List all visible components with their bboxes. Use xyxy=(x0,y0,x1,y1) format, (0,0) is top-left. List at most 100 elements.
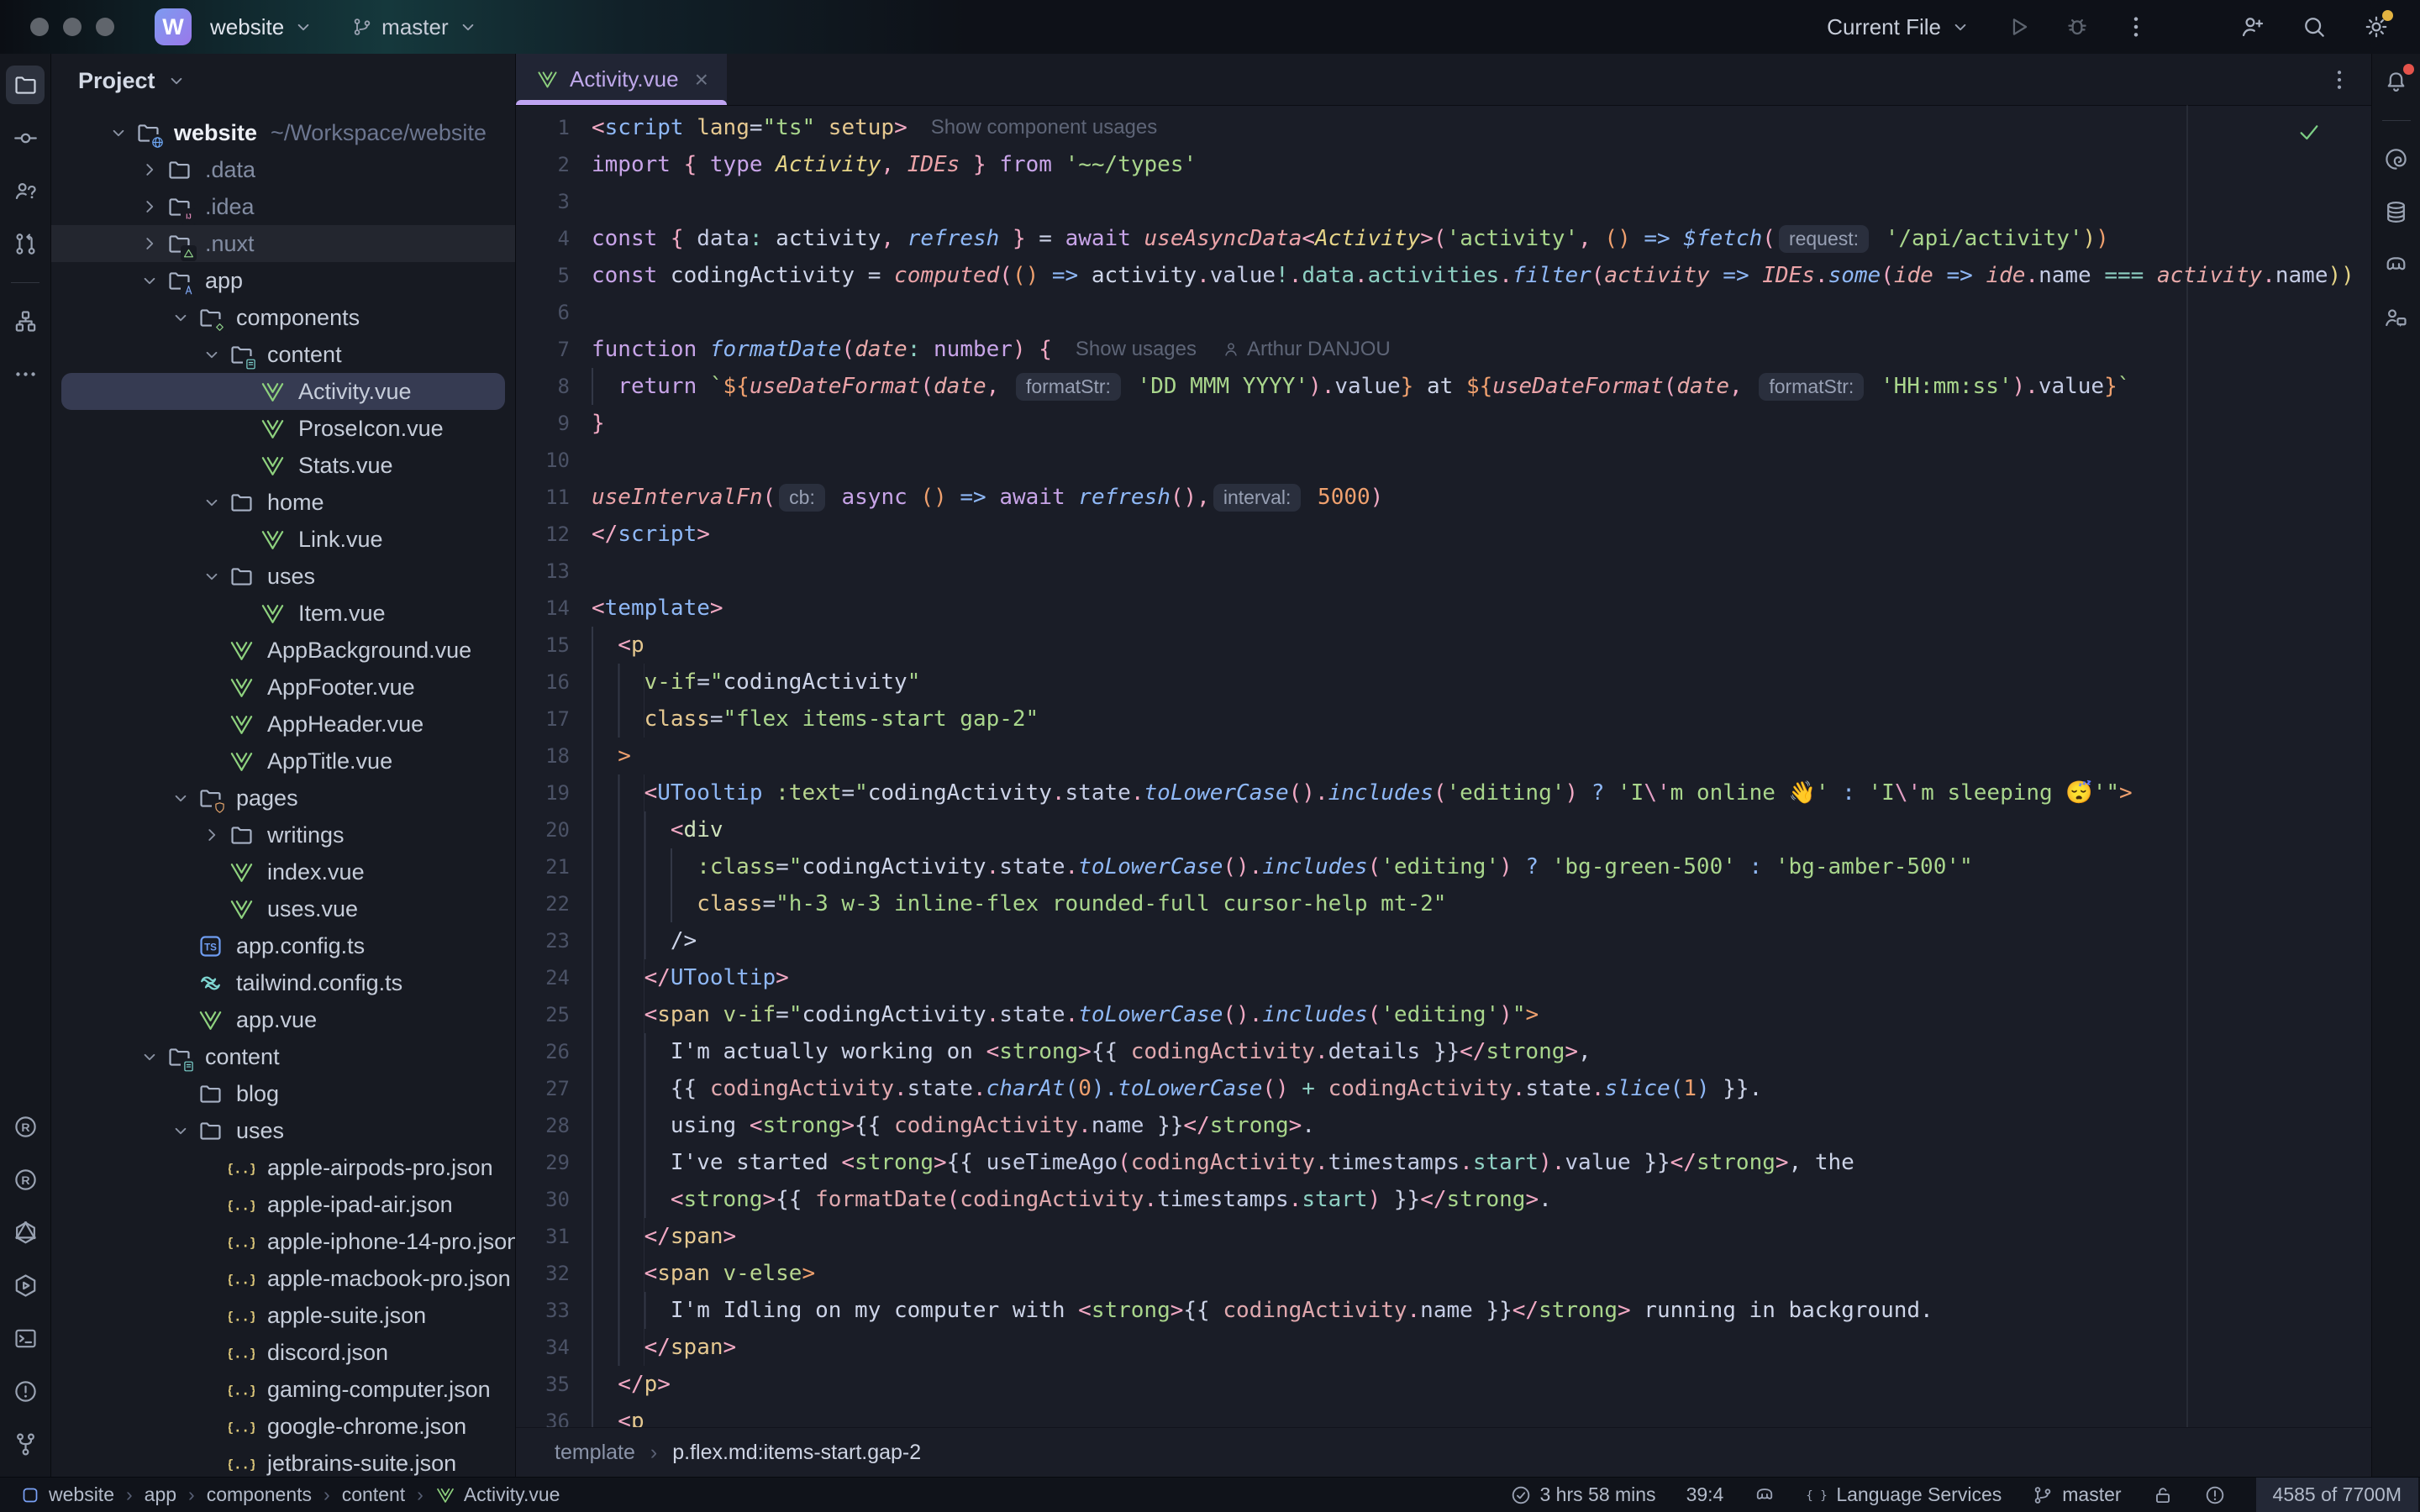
tree-item-uses[interactable]: uses xyxy=(51,558,515,595)
pull-request-button[interactable] xyxy=(6,224,45,263)
user-plus-button[interactable] xyxy=(2233,8,2270,45)
code-line-29[interactable]: 29I've started <strong>{{ useTimeAgo(cod… xyxy=(516,1144,2371,1181)
tree-item-appbackground-vue[interactable]: AppBackground.vue xyxy=(51,632,515,669)
tree-item-writings[interactable]: writings xyxy=(51,816,515,853)
tree-item-home[interactable]: home xyxy=(51,484,515,521)
project-folder-button[interactable] xyxy=(6,66,45,104)
status-widget-error-circle[interactable] xyxy=(2204,1484,2226,1506)
line-number[interactable]: 14 xyxy=(516,596,592,620)
notifications-button[interactable] xyxy=(2377,62,2416,101)
code-line-28[interactable]: 28using <strong>{{ codingActivity.name }… xyxy=(516,1107,2371,1144)
code-line-21[interactable]: 21:class="codingActivity.state.toLowerCa… xyxy=(516,848,2371,885)
breadcrumb-element[interactable]: p.flex.md:items-start.gap-2 xyxy=(672,1441,921,1465)
line-number[interactable]: 9 xyxy=(516,412,592,435)
window-close-button[interactable] xyxy=(30,18,49,36)
line-number[interactable]: 24 xyxy=(516,966,592,990)
tree-item-components[interactable]: components xyxy=(51,299,515,336)
tree-item-item-vue[interactable]: Item.vue xyxy=(51,595,515,632)
problems-button[interactable] xyxy=(6,1372,45,1410)
status-breadcrumb-components[interactable]: components xyxy=(207,1483,312,1506)
tree-item-apple-macbook-pro-json[interactable]: {..}apple-macbook-pro.json xyxy=(51,1260,515,1297)
code-line-13[interactable]: 13 xyxy=(516,553,2371,590)
tree-item-stats-vue[interactable]: Stats.vue xyxy=(51,447,515,484)
code-line-15[interactable]: 15<p xyxy=(516,627,2371,664)
line-number[interactable]: 34 xyxy=(516,1336,592,1359)
chevron-right-icon[interactable] xyxy=(133,196,166,218)
tree-item-uses-vue[interactable]: uses.vue xyxy=(51,890,515,927)
line-number[interactable]: 23 xyxy=(516,929,592,953)
line-number[interactable]: 2 xyxy=(516,153,592,176)
line-number[interactable]: 22 xyxy=(516,892,592,916)
tree-item-appheader-vue[interactable]: AppHeader.vue xyxy=(51,706,515,743)
tree-item-apple-airpods-pro-json[interactable]: {..}apple-airpods-pro.json xyxy=(51,1149,515,1186)
line-number[interactable]: 18 xyxy=(516,744,592,768)
run-configuration-selector[interactable]: Current File xyxy=(1827,14,1971,40)
tree-item--nuxt[interactable]: .nuxt xyxy=(51,225,515,262)
r-lang-2-button[interactable]: R xyxy=(6,1160,45,1199)
chevron-right-icon[interactable] xyxy=(133,159,166,181)
line-number[interactable]: 35 xyxy=(516,1373,592,1396)
ai-assistant-button[interactable] xyxy=(2377,139,2416,178)
tree-item--idea[interactable]: IJ.idea xyxy=(51,188,515,225)
project-panel-header[interactable]: Project xyxy=(51,54,515,108)
terminal-button[interactable] xyxy=(6,1319,45,1357)
editor-options-button[interactable] xyxy=(2323,63,2356,97)
line-number[interactable]: 10 xyxy=(516,449,592,472)
code-line-6[interactable]: 6 xyxy=(516,294,2371,331)
chevron-down-icon[interactable] xyxy=(164,1120,197,1142)
chevron-down-icon[interactable] xyxy=(133,270,166,291)
tree-item-content[interactable]: content xyxy=(51,336,515,373)
debug-button[interactable] xyxy=(2059,8,2096,45)
status-breadcrumb-activity-vue[interactable]: Activity.vue xyxy=(435,1483,560,1506)
tree-item-tailwind-config-ts[interactable]: tailwind.config.ts xyxy=(51,964,515,1001)
tree-item-apple-iphone-14-pro-json[interactable]: {..}apple-iphone-14-pro.json xyxy=(51,1223,515,1260)
git-fork-button[interactable] xyxy=(6,1425,45,1463)
line-number[interactable]: 7 xyxy=(516,338,592,361)
code-line-18[interactable]: 18> xyxy=(516,738,2371,774)
line-number[interactable]: 13 xyxy=(516,559,592,583)
code-line-26[interactable]: 26I'm actually working on <strong>{{ cod… xyxy=(516,1033,2371,1070)
tree-item-app[interactable]: app xyxy=(51,262,515,299)
code-line-5[interactable]: 5const codingActivity = computed(() => a… xyxy=(516,257,2371,294)
code-line-20[interactable]: 20<div xyxy=(516,811,2371,848)
tree-item-pages[interactable]: pages xyxy=(51,780,515,816)
code-line-32[interactable]: 32<span v-else> xyxy=(516,1255,2371,1292)
line-number[interactable]: 36 xyxy=(516,1410,592,1428)
chevron-down-icon[interactable] xyxy=(195,344,229,365)
line-number[interactable]: 16 xyxy=(516,670,592,694)
chevron-down-icon[interactable] xyxy=(102,122,135,144)
tree-item-app-vue[interactable]: app.vue xyxy=(51,1001,515,1038)
window-minimize-button[interactable] xyxy=(63,18,82,36)
code-line-30[interactable]: 30<strong>{{ formatDate(codingActivity.t… xyxy=(516,1181,2371,1218)
tree-item-index-vue[interactable]: index.vue xyxy=(51,853,515,890)
tree-item-app-config-ts[interactable]: TSapp.config.ts xyxy=(51,927,515,964)
status-breadcrumb-website[interactable]: website xyxy=(20,1483,114,1506)
chevron-down-icon[interactable] xyxy=(195,491,229,513)
breadcrumb-template[interactable]: template xyxy=(555,1441,635,1465)
status-widget-39-4[interactable]: 39:4 xyxy=(1686,1483,1724,1506)
code-line-14[interactable]: 14<template> xyxy=(516,590,2371,627)
code-line-2[interactable]: 2import { type Activity, IDEs } from '~~… xyxy=(516,146,2371,183)
chevron-down-icon[interactable] xyxy=(164,307,197,328)
code-line-31[interactable]: 31</span> xyxy=(516,1218,2371,1255)
code-line-3[interactable]: 3 xyxy=(516,183,2371,220)
line-number[interactable]: 20 xyxy=(516,818,592,842)
inspections-ok-icon[interactable] xyxy=(2296,118,2323,145)
tree-item-activity-vue[interactable]: Activity.vue xyxy=(51,373,515,410)
commit-button[interactable] xyxy=(6,118,45,157)
chevron-down-icon[interactable] xyxy=(195,565,229,587)
tree-item-discord-json[interactable]: {..}discord.json xyxy=(51,1334,515,1371)
line-number[interactable]: 1 xyxy=(516,116,592,139)
line-number[interactable]: 27 xyxy=(516,1077,592,1100)
tree-item-jetbrains-suite-json[interactable]: {..}jetbrains-suite.json xyxy=(51,1445,515,1478)
line-number[interactable]: 5 xyxy=(516,264,592,287)
line-number[interactable]: 12 xyxy=(516,522,592,546)
code-line-1[interactable]: 1<script lang="ts" setup>Show component … xyxy=(516,109,2371,146)
run-button[interactable] xyxy=(2000,8,2037,45)
line-number[interactable]: 21 xyxy=(516,855,592,879)
database-button[interactable] xyxy=(2377,192,2416,231)
code-line-35[interactable]: 35</p> xyxy=(516,1366,2371,1403)
tab-activity-vue[interactable]: Activity.vue × xyxy=(516,54,727,105)
code-line-11[interactable]: 11useIntervalFn(cb: async () => await re… xyxy=(516,479,2371,516)
status-widget-3-hrs-58-mins[interactable]: 3 hrs 58 mins xyxy=(1510,1483,1656,1506)
